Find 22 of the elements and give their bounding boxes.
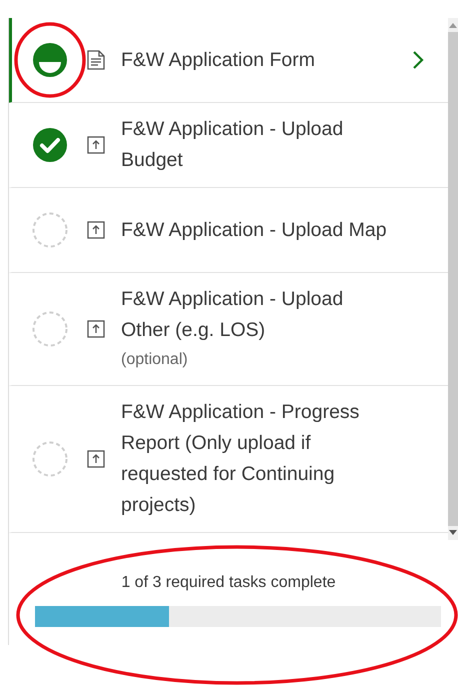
document-icon [87,50,105,70]
task-title: F&W Application Form [121,48,316,72]
dashed-circle-icon [32,441,68,477]
task-title: F&W Application - Upload Budget [121,117,344,173]
optional-note: (optional) [121,350,189,370]
scrollbar[interactable] [448,18,458,540]
task-title: F&W Application - Upload Map [121,218,387,242]
scroll-down-icon[interactable] [449,530,457,536]
upload-icon [87,320,105,338]
upload-icon [87,221,105,239]
checkmark-circle-icon [32,127,68,163]
task-title: F&W Application - Upload Other (e.g. LOS) [121,287,344,343]
progress-summary: 1 of 3 required tasks complete [121,574,336,592]
chevron-right-icon [412,50,424,70]
upload-icon [87,450,105,468]
scroll-up-icon[interactable] [449,22,457,28]
half-filled-circle-icon [32,42,68,78]
upload-icon [87,136,105,154]
dashed-circle-icon [32,212,68,248]
task-item[interactable]: F&W Application Form [9,18,448,103]
task-title: F&W Application - Progress Report (Only upload if requested for Continuing projects) [121,400,360,518]
dashed-circle-icon [32,311,68,347]
